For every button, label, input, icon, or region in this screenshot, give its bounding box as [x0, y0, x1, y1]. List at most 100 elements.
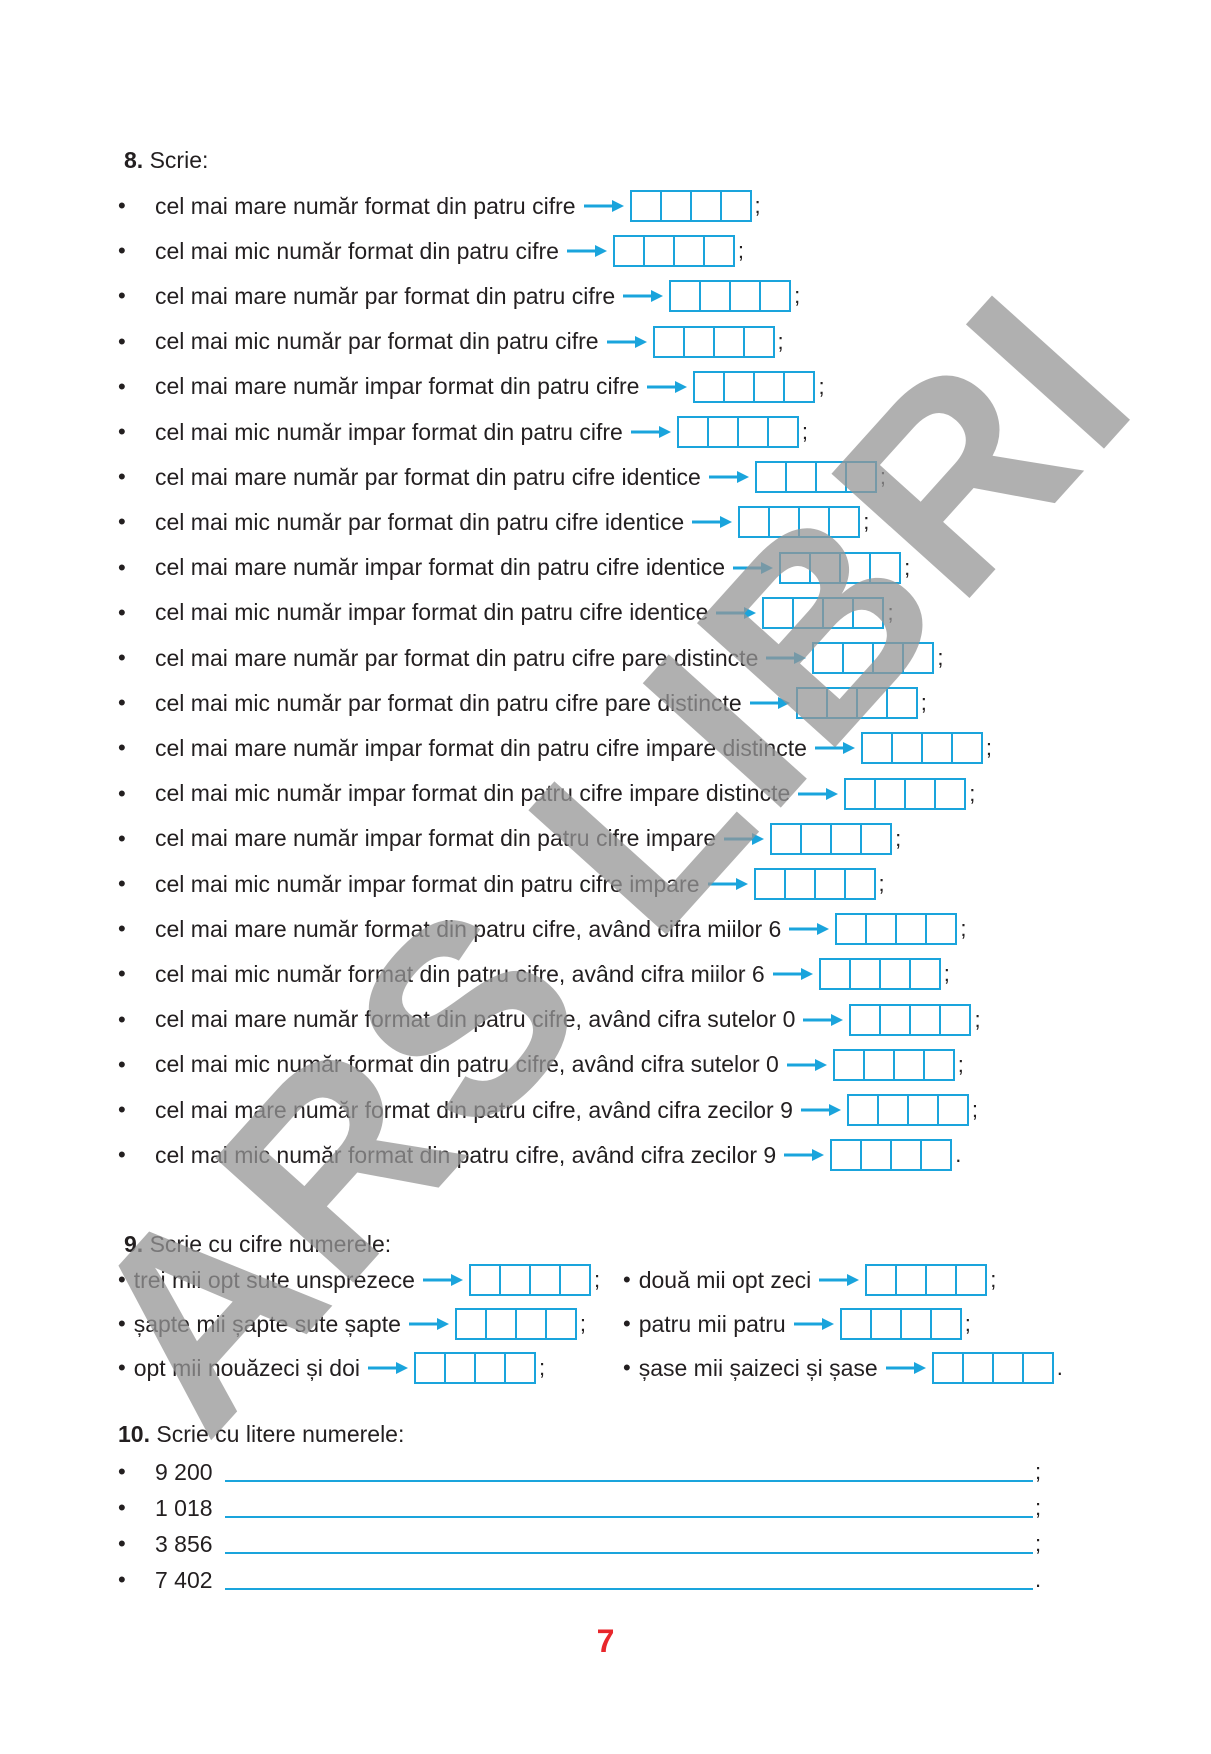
digit-box[interactable]	[863, 734, 893, 763]
digit-box[interactable]	[862, 1141, 893, 1170]
digit-boxes[interactable]	[846, 1094, 969, 1126]
digit-box[interactable]	[685, 327, 715, 356]
digit-box[interactable]	[854, 599, 882, 627]
digit-boxes[interactable]	[753, 868, 876, 900]
digit-box[interactable]	[897, 1266, 928, 1294]
digit-box[interactable]	[867, 915, 898, 944]
digit-boxes[interactable]	[860, 732, 983, 765]
digit-box[interactable]	[881, 960, 911, 989]
digit-box[interactable]	[695, 372, 726, 401]
digit-box[interactable]	[471, 1266, 501, 1294]
digit-box[interactable]	[692, 192, 722, 220]
digit-box[interactable]	[756, 870, 786, 898]
digit-box[interactable]	[925, 1051, 953, 1079]
digit-box[interactable]	[824, 598, 855, 627]
digit-box[interactable]	[802, 824, 833, 853]
digit-box[interactable]	[922, 1141, 950, 1169]
digit-boxes[interactable]	[844, 777, 967, 810]
digit-boxes[interactable]	[839, 1308, 962, 1340]
digit-box[interactable]	[786, 870, 816, 898]
digit-boxes[interactable]	[818, 958, 941, 991]
digit-box[interactable]	[722, 192, 750, 220]
digit-boxes[interactable]	[779, 551, 902, 584]
digit-boxes[interactable]	[754, 461, 877, 494]
digit-box[interactable]	[879, 1096, 909, 1124]
digit-box[interactable]	[705, 237, 733, 265]
digit-boxes[interactable]	[612, 235, 735, 268]
digit-box[interactable]	[798, 689, 828, 718]
digit-box[interactable]	[506, 1354, 534, 1382]
digit-box[interactable]	[851, 960, 881, 989]
digit-box[interactable]	[964, 1354, 994, 1382]
digit-box[interactable]	[927, 1266, 958, 1294]
digit-box[interactable]	[837, 915, 868, 944]
digit-box[interactable]	[764, 598, 795, 627]
digit-box[interactable]	[745, 328, 773, 356]
digit-box[interactable]	[846, 870, 874, 898]
digit-box[interactable]	[832, 1141, 863, 1170]
digit-boxes[interactable]	[770, 822, 893, 855]
digit-box[interactable]	[862, 825, 890, 853]
digit-box[interactable]	[888, 689, 916, 717]
digit-box[interactable]	[755, 372, 786, 401]
digit-box[interactable]	[867, 1266, 898, 1294]
digit-box[interactable]	[865, 1050, 895, 1079]
digit-box[interactable]	[842, 1310, 872, 1338]
digit-box[interactable]	[725, 372, 756, 401]
digit-box[interactable]	[671, 282, 702, 311]
digit-boxes[interactable]	[849, 1003, 972, 1036]
digit-box[interactable]	[446, 1354, 476, 1382]
digit-boxes[interactable]	[812, 642, 935, 674]
digit-box[interactable]	[892, 1141, 923, 1170]
digit-boxes[interactable]	[762, 596, 885, 629]
digit-box[interactable]	[547, 1310, 575, 1338]
digit-box[interactable]	[731, 282, 762, 311]
digit-box[interactable]	[561, 1266, 589, 1294]
answer-line[interactable]	[225, 1588, 1033, 1590]
digit-box[interactable]	[911, 1005, 942, 1034]
digit-box[interactable]	[739, 418, 769, 446]
digit-box[interactable]	[816, 870, 846, 898]
digit-boxes[interactable]	[629, 190, 752, 222]
digit-box[interactable]	[1024, 1354, 1052, 1382]
digit-box[interactable]	[487, 1310, 517, 1338]
digit-box[interactable]	[769, 418, 797, 446]
digit-box[interactable]	[851, 1005, 882, 1034]
digit-box[interactable]	[645, 237, 675, 266]
digit-box[interactable]	[934, 1354, 964, 1382]
digit-box[interactable]	[675, 237, 705, 266]
digit-box[interactable]	[615, 237, 645, 266]
digit-boxes[interactable]	[931, 1352, 1054, 1384]
digit-box[interactable]	[844, 644, 875, 672]
digit-box[interactable]	[858, 689, 888, 718]
digit-boxes[interactable]	[832, 1048, 955, 1081]
digit-box[interactable]	[770, 508, 801, 537]
digit-box[interactable]	[785, 373, 813, 401]
digit-box[interactable]	[701, 282, 732, 311]
digit-box[interactable]	[953, 734, 981, 762]
digit-box[interactable]	[932, 1310, 960, 1338]
digit-boxes[interactable]	[669, 280, 792, 313]
digit-boxes[interactable]	[468, 1264, 591, 1296]
digit-box[interactable]	[895, 1050, 925, 1079]
answer-line[interactable]	[225, 1516, 1033, 1518]
digit-box[interactable]	[830, 508, 858, 536]
digit-box[interactable]	[927, 915, 955, 943]
digit-box[interactable]	[800, 508, 831, 537]
digit-box[interactable]	[832, 824, 863, 853]
digit-box[interactable]	[517, 1310, 547, 1338]
digit-box[interactable]	[871, 554, 899, 582]
digit-boxes[interactable]	[865, 1264, 988, 1296]
digit-box[interactable]	[794, 598, 825, 627]
digit-box[interactable]	[416, 1354, 446, 1382]
digit-box[interactable]	[655, 327, 685, 356]
digit-box[interactable]	[941, 1006, 969, 1034]
digit-box[interactable]	[881, 1005, 912, 1034]
digit-box[interactable]	[902, 1310, 932, 1338]
digit-box[interactable]	[817, 463, 847, 492]
digit-box[interactable]	[781, 553, 812, 582]
digit-boxes[interactable]	[738, 506, 861, 539]
digit-box[interactable]	[828, 689, 858, 718]
digit-box[interactable]	[846, 779, 877, 808]
digit-box[interactable]	[787, 463, 817, 492]
